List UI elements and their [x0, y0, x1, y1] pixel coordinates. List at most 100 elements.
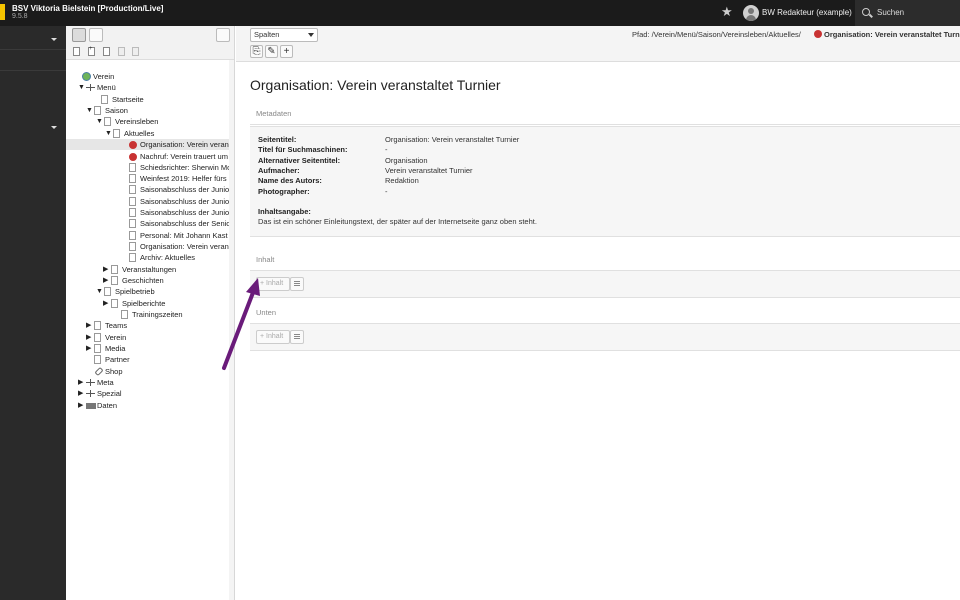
search-box[interactable] — [855, 0, 960, 26]
tree-node[interactable]: ▶ Spezial — [78, 388, 229, 399]
tree-node[interactable]: ▼ Menü — [78, 82, 229, 93]
chevron-down-icon[interactable] — [51, 126, 57, 129]
tree-node[interactable]: Trainingszeiten — [113, 309, 229, 320]
collapse-toggle-icon[interactable]: ▼ — [96, 116, 104, 127]
tree-node-label[interactable]: Geschichten — [122, 275, 230, 286]
page-icon[interactable] — [129, 185, 136, 194]
tree-node[interactable]: Partner — [86, 354, 229, 365]
paste-content-icon[interactable] — [290, 330, 304, 344]
expand-toggle-icon[interactable]: ▶ — [103, 275, 111, 286]
menu-separator-icon[interactable] — [86, 389, 95, 398]
page-icon[interactable] — [104, 287, 111, 296]
edit-page-icon[interactable]: ✎ — [265, 45, 278, 58]
page-icon[interactable] — [94, 355, 101, 364]
tree-node-label[interactable]: Saisonabschluss der Junioren — [140, 196, 230, 207]
page-icon[interactable] — [129, 219, 136, 228]
tree-node-label[interactable]: Veranstaltungen — [122, 264, 230, 275]
hidden-page-icon[interactable] — [129, 141, 137, 149]
page-icon[interactable] — [111, 265, 118, 274]
tree-node[interactable]: ▶ Veranstaltungen — [103, 264, 229, 275]
user-avatar-icon[interactable] — [743, 5, 759, 21]
tree-node-label[interactable]: Partner — [105, 354, 230, 365]
recycler-type-icon[interactable] — [132, 47, 139, 56]
site-root-icon[interactable] — [82, 72, 91, 81]
page-icon[interactable] — [94, 344, 101, 353]
chevron-down-icon[interactable] — [51, 38, 57, 41]
tree-node-label[interactable]: Spielberichte — [122, 298, 230, 309]
tree-node-label[interactable]: Personal: Mit Johann Kast wird — [140, 230, 230, 241]
tree-node[interactable]: Organisation: Verein veranstaltet Turnie… — [66, 139, 230, 150]
page-icon[interactable] — [129, 174, 136, 183]
page-icon[interactable] — [129, 253, 136, 262]
menu-separator-icon[interactable] — [86, 83, 95, 92]
collapse-toggle-icon[interactable]: ▼ — [96, 286, 104, 297]
tree-node[interactable]: ▶ Media — [86, 343, 229, 354]
collapse-toggle-icon[interactable]: ▼ — [105, 128, 113, 139]
page-icon[interactable] — [129, 231, 136, 240]
tree-node[interactable]: Organisation: Verein veranstaltet — [121, 241, 230, 252]
tree-node[interactable]: ▼ Vereinsleben — [96, 116, 229, 127]
tree-node[interactable]: Shop — [86, 366, 229, 377]
tree-node[interactable]: ▶ Teams — [86, 320, 229, 331]
tree-node-label[interactable]: Saisonabschluss der Junioren — [140, 184, 230, 195]
tree-node-label[interactable]: Vereinsleben — [115, 116, 230, 127]
folder-icon[interactable] — [86, 403, 96, 409]
tree-node-label[interactable]: Spielbetrieb — [115, 286, 230, 297]
page-icon[interactable] — [113, 129, 120, 138]
page-icon[interactable] — [129, 242, 136, 251]
tree-node-label[interactable]: Organisation: Verein veranstaltet Turnie… — [140, 139, 230, 150]
tree-node-label[interactable]: Spezial — [97, 388, 230, 399]
tree-node-label[interactable]: Saison — [105, 105, 230, 116]
tree-node[interactable]: Verein — [74, 71, 229, 82]
tree-node[interactable]: Saisonabschluss der Senioren — [121, 218, 230, 229]
search-label[interactable]: Suchen — [877, 8, 904, 17]
expand-toggle-icon[interactable]: ▶ — [86, 343, 94, 354]
page-icon[interactable] — [129, 163, 136, 172]
tree-node-label[interactable]: Weinfest 2019: Helfer fürs — [140, 173, 230, 184]
bookmark-star-icon[interactable]: ★ — [721, 5, 733, 19]
expand-toggle-icon[interactable]: ▶ — [86, 320, 94, 331]
new-page-drag-icon[interactable] — [72, 28, 86, 42]
tree-node[interactable]: ▶ Spielberichte — [103, 298, 229, 309]
filter-icon[interactable] — [89, 28, 103, 42]
tree-node-label[interactable]: Aktuelles — [124, 128, 230, 139]
hidden-page-icon[interactable] — [129, 153, 137, 161]
page-icon[interactable] — [94, 321, 101, 330]
tree-node[interactable]: ▼ Aktuelles — [105, 128, 229, 139]
view-mode-select[interactable]: Spalten — [250, 28, 318, 42]
page-icon[interactable] — [129, 208, 136, 217]
tree-node[interactable]: ▼ Spielbetrieb — [96, 286, 229, 297]
tree-node-label[interactable]: Saisonabschluss der Junioren — [140, 207, 230, 218]
refresh-icon[interactable] — [216, 28, 230, 42]
tree-node[interactable]: Saisonabschluss der Junioren — [121, 196, 230, 207]
page-icon[interactable] — [94, 333, 101, 342]
tree-node-label[interactable]: Schiedsrichter: Sherwin Mo — [140, 162, 230, 173]
tree-node-label[interactable]: Nachruf: Verein trauert um — [140, 151, 230, 162]
search-icon[interactable] — [862, 8, 870, 16]
page-icon[interactable] — [104, 117, 111, 126]
tree-node-label[interactable]: Media — [105, 343, 230, 354]
tree-node-label[interactable]: Startseite — [112, 94, 230, 105]
tree-node-label[interactable]: Verein — [105, 332, 230, 343]
tree-node[interactable]: ▶ Verein — [86, 332, 229, 343]
new-page-icon[interactable] — [88, 46, 95, 56]
tree-node[interactable]: ▶ Meta — [78, 377, 229, 388]
page-icon[interactable] — [111, 276, 118, 285]
expand-toggle-icon[interactable]: ▶ — [78, 400, 86, 411]
page-type-icon[interactable] — [73, 47, 80, 56]
tree-node[interactable]: Weinfest 2019: Helfer fürs — [121, 173, 229, 184]
tree-node[interactable]: ▶ Daten — [78, 400, 229, 411]
tree-node-label[interactable]: Trainingszeiten — [132, 309, 230, 320]
tree-node[interactable]: ▼ Saison — [86, 105, 229, 116]
page-icon[interactable] — [111, 299, 118, 308]
expand-toggle-icon[interactable]: ▶ — [78, 377, 86, 388]
user-menu-label[interactable]: BW Redakteur (example) — [762, 8, 852, 17]
typo3-logo-icon[interactable] — [0, 4, 5, 20]
link-icon[interactable] — [94, 367, 101, 376]
expand-toggle-icon[interactable]: ▶ — [78, 388, 86, 399]
tree-node-label[interactable]: Saisonabschluss der Senioren — [140, 218, 230, 229]
page-icon[interactable] — [101, 95, 108, 104]
page-icon[interactable] — [129, 197, 136, 206]
expand-toggle-icon[interactable]: ▶ — [103, 298, 111, 309]
page-icon[interactable] — [94, 106, 101, 115]
